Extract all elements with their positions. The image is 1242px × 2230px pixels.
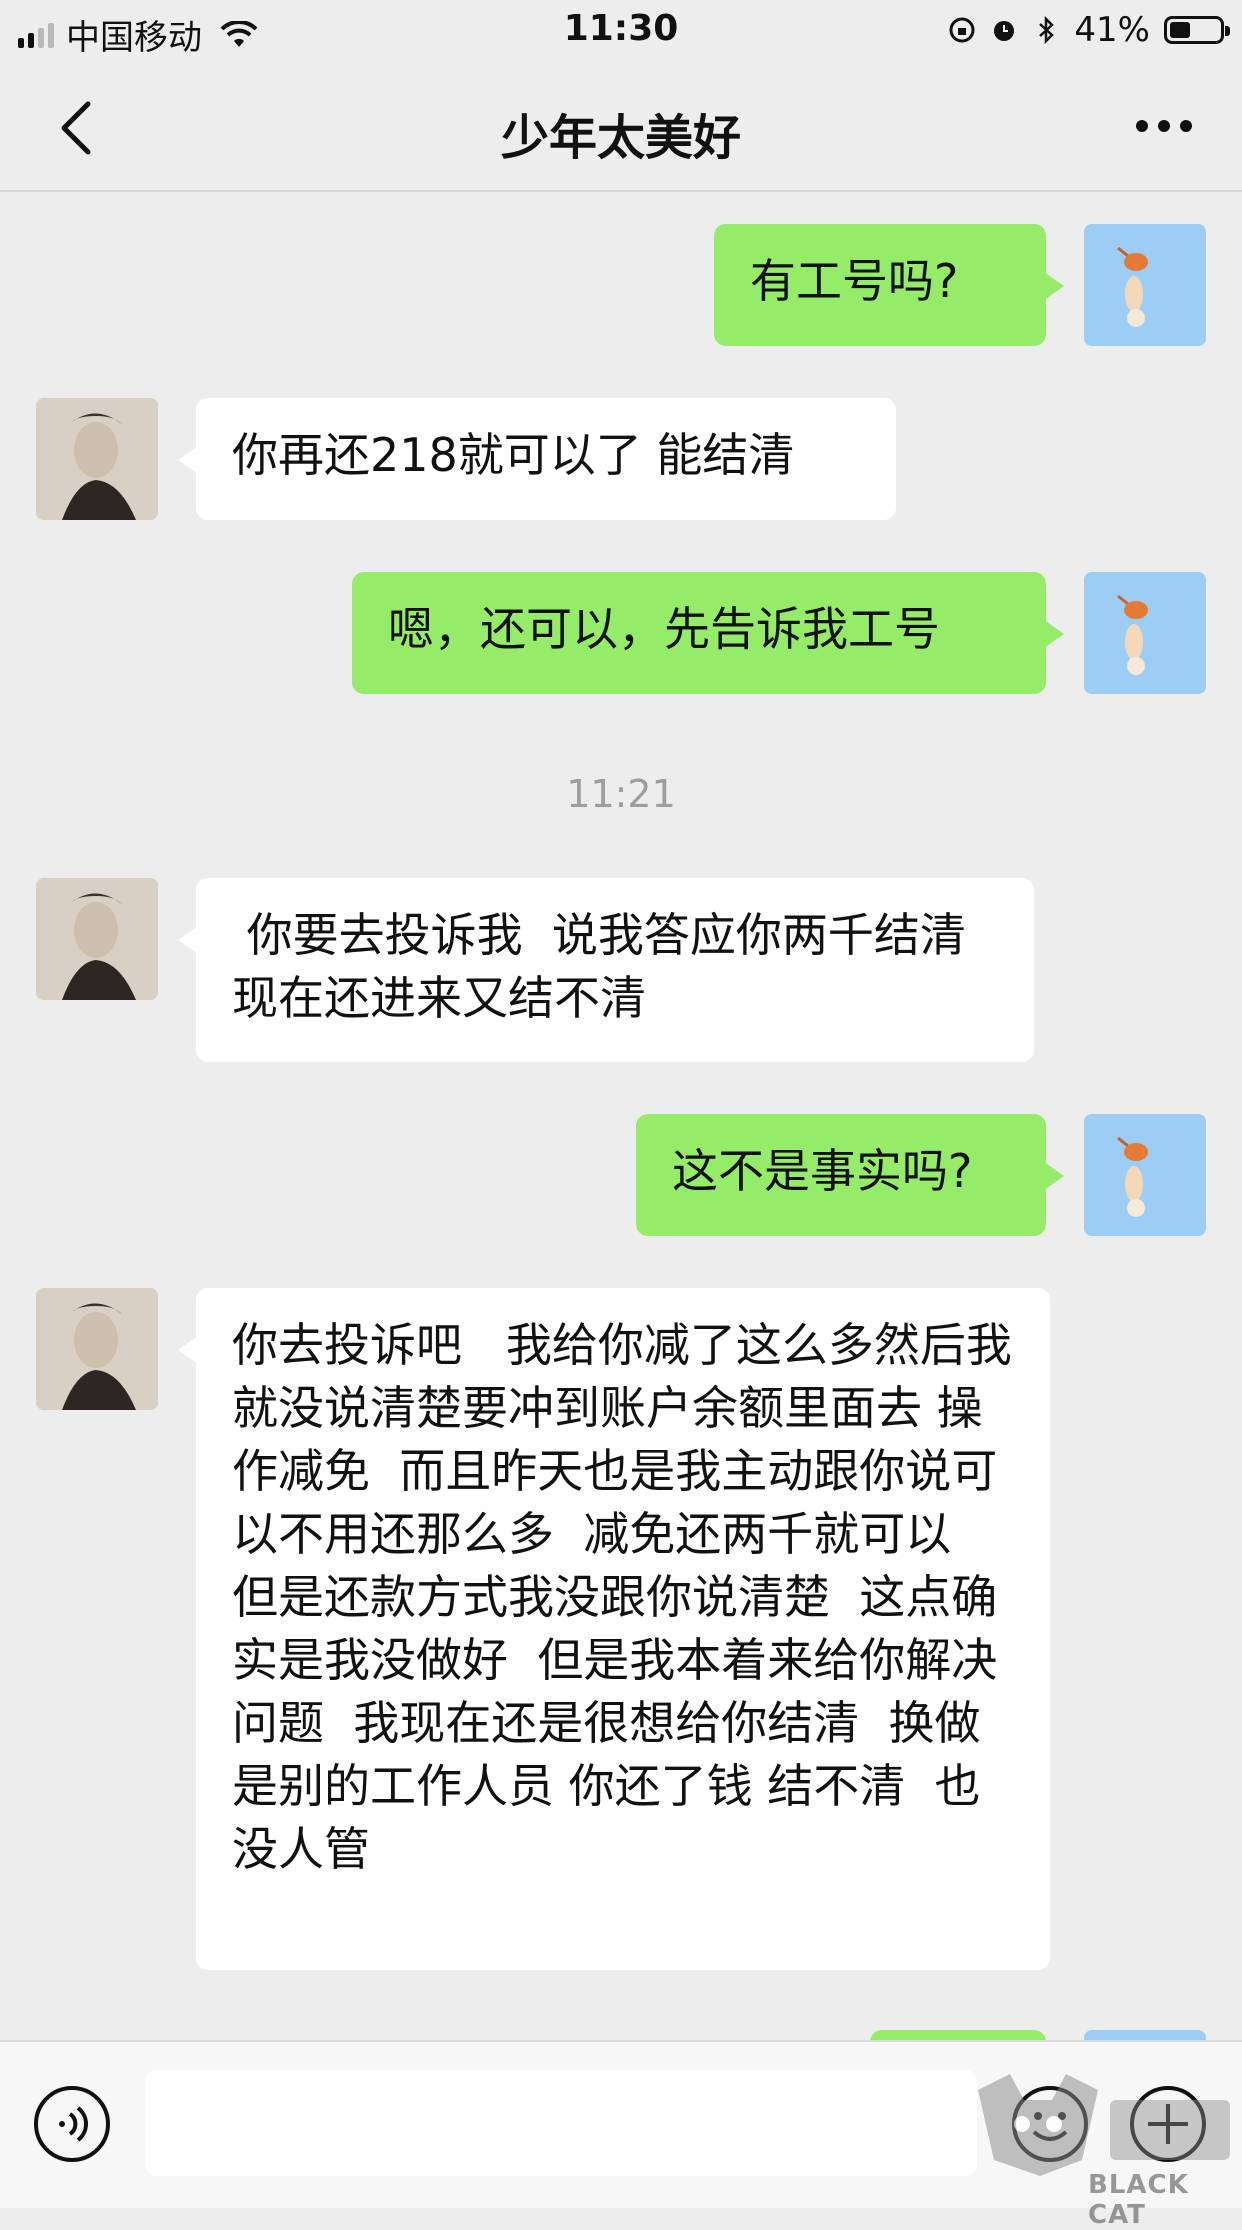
portrait-avatar-icon — [36, 1288, 158, 1410]
portrait-avatar-icon — [36, 398, 158, 520]
chat-message-list[interactable]: 有工号吗? 你再还218就可以了 能结清 嗯，还可以，先告诉我工号 11:21 … — [0, 192, 1242, 2040]
avatar[interactable] — [36, 1288, 158, 1410]
voice-icon[interactable] — [32, 2084, 112, 2164]
bluetooth-icon — [1039, 16, 1055, 44]
battery-percent: 41% — [1074, 10, 1150, 50]
message-bubble-sent[interactable]: 这不是事实吗? — [636, 1114, 1064, 1236]
black-cat-watermark: BLACK CAT — [970, 2070, 1242, 2230]
more-dots-icon[interactable] — [1136, 120, 1192, 132]
watermark-text: BLACK CAT — [1088, 2170, 1189, 2230]
chat-header: 少年太美好 — [0, 62, 1242, 192]
avatar[interactable] — [36, 878, 158, 1000]
avatar[interactable] — [36, 398, 158, 520]
avatar[interactable] — [1084, 572, 1206, 694]
shrimp-avatar-icon — [1084, 1114, 1206, 1236]
status-bar: 中国移动 11:30 41% — [0, 0, 1242, 62]
cat-logo-icon — [978, 2074, 1230, 2176]
battery-icon — [1164, 16, 1230, 44]
message-bubble-sent-partial[interactable] — [870, 2030, 1046, 2040]
avatar[interactable] — [1084, 1114, 1206, 1236]
portrait-avatar-icon — [36, 878, 158, 1000]
message-bubble-received[interactable]: 你去投诉吧 我给你减了这么多然后我就没说清楚要冲到账户余额里面去 操作减免 而且… — [178, 1288, 1050, 1970]
message-bubble-received[interactable]: 你要去投诉我 说我答应你两千结清 现在还进来又结不清 — [178, 878, 1034, 1062]
chat-title: 少年太美好 — [500, 110, 741, 166]
message-bubble-received[interactable]: 你再还218就可以了 能结清 — [178, 398, 896, 520]
shrimp-avatar-icon — [1084, 224, 1206, 346]
avatar[interactable] — [1084, 224, 1206, 346]
alarm-icon — [994, 21, 1015, 41]
rotation-lock-icon — [949, 17, 975, 43]
message-input[interactable] — [145, 2070, 977, 2176]
message-timestamp: 11:21 — [566, 772, 676, 816]
shrimp-avatar-icon — [1084, 572, 1206, 694]
message-bubble-sent[interactable]: 有工号吗? — [714, 224, 1064, 346]
message-bubble-sent[interactable]: 嗯，还可以，先告诉我工号 — [352, 572, 1064, 694]
avatar-partial[interactable] — [1084, 2030, 1206, 2040]
